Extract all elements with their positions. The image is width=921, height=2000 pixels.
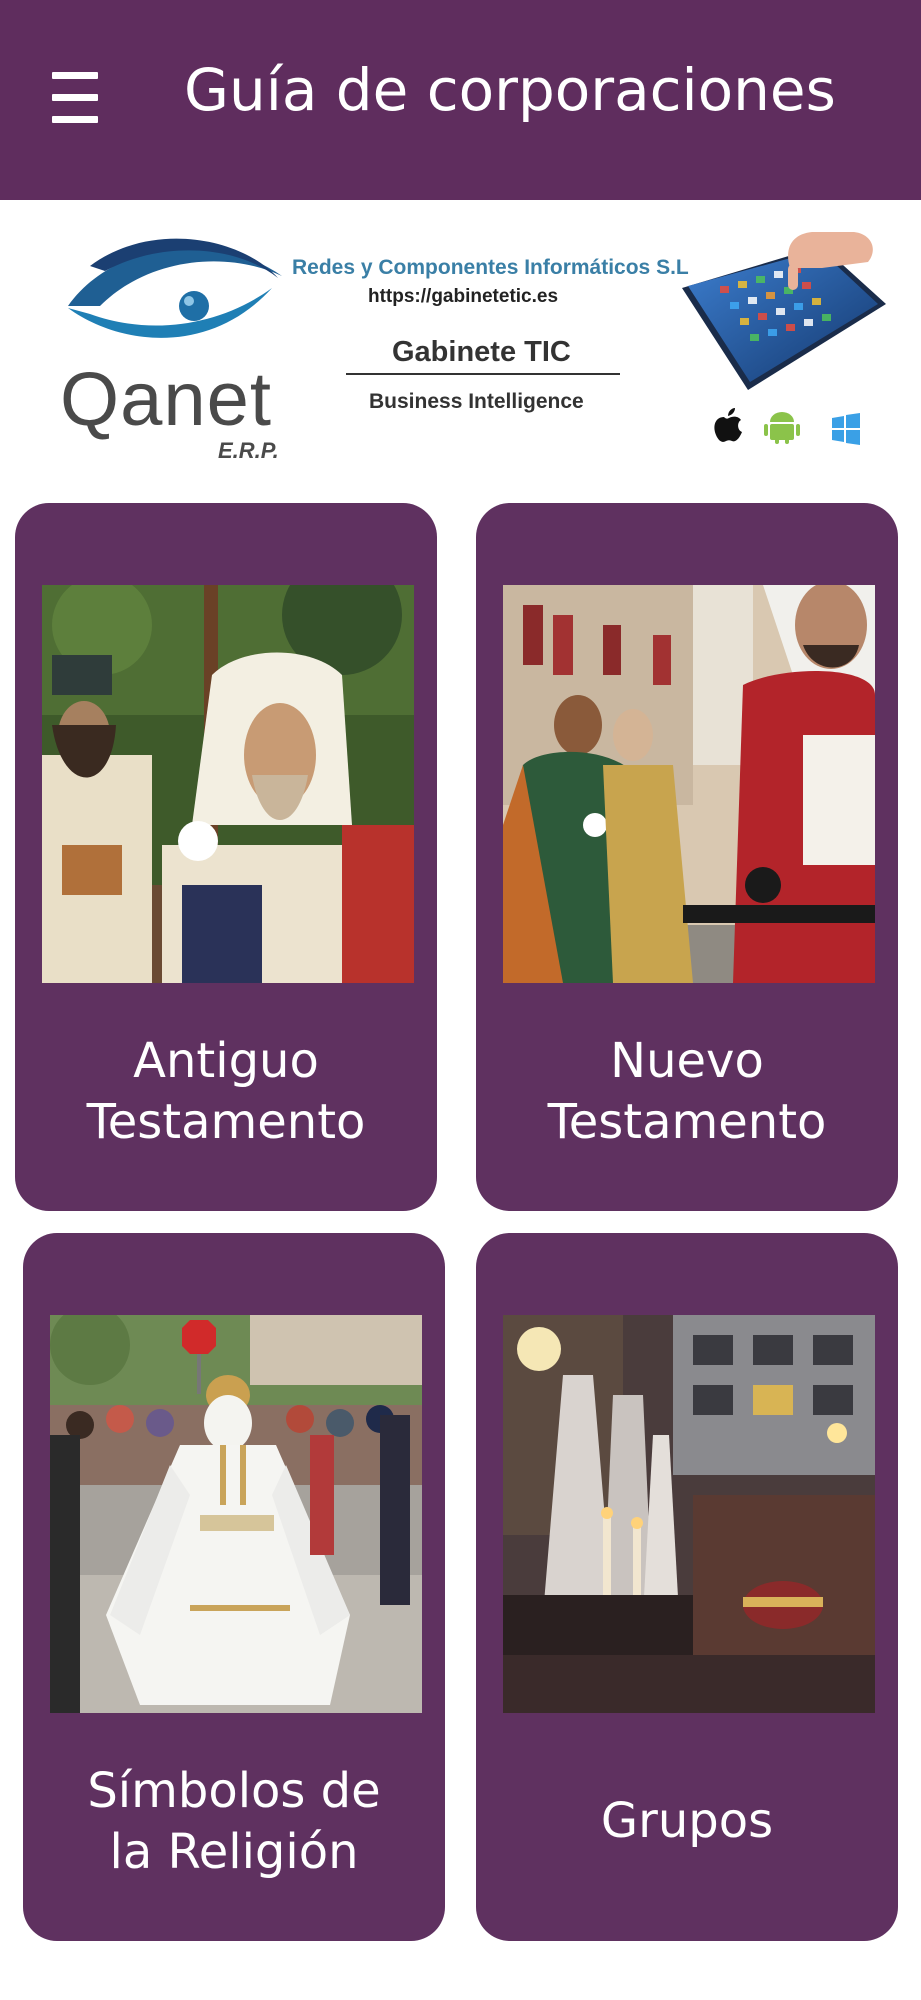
card-photo-simbolos-religion — [50, 1315, 422, 1713]
card-photo-antiguo-testamento — [42, 585, 414, 983]
qanet-eye-logo-icon — [68, 238, 282, 338]
card-label: Grupos — [600, 1793, 774, 1849]
company-name: Redes y Componentes Informáticos S.L — [292, 256, 689, 279]
card-label: Símbolos de la Religión — [87, 1763, 381, 1880]
card-photo-grupos — [503, 1315, 875, 1713]
windows-icon — [832, 413, 860, 445]
banner-subtitle: Business Intelligence — [369, 390, 584, 413]
os-icons — [714, 408, 860, 445]
apple-icon — [714, 408, 742, 442]
card-nuevo-testamento[interactable]: Nuevo Testamento — [476, 503, 898, 1211]
banner-divider — [346, 373, 620, 375]
card-antiguo-testamento[interactable]: Antiguo Testamento — [15, 503, 437, 1211]
app-header: Guía de corporaciones — [0, 0, 921, 200]
hamburger-menu-icon[interactable] — [48, 68, 104, 128]
card-label: Antiguo Testamento — [86, 1033, 366, 1150]
card-label: Nuevo Testamento — [547, 1033, 827, 1150]
card-simbolos-religion[interactable]: Símbolos de la Religión — [23, 1233, 445, 1941]
company-url[interactable]: https://gabinetetic.es — [368, 286, 558, 308]
card-photo-nuevo-testamento — [503, 585, 875, 983]
card-grupos[interactable]: Grupos — [476, 1233, 898, 1941]
qanet-logo-text: Qanet — [60, 357, 273, 442]
banner-title: Gabinete TIC — [392, 336, 571, 368]
android-icon — [764, 412, 800, 444]
page-title: Guía de corporaciones — [184, 56, 836, 124]
qanet-logo-subtext: E.R.P. — [218, 438, 279, 463]
tablet-illustration-icon — [682, 232, 886, 390]
